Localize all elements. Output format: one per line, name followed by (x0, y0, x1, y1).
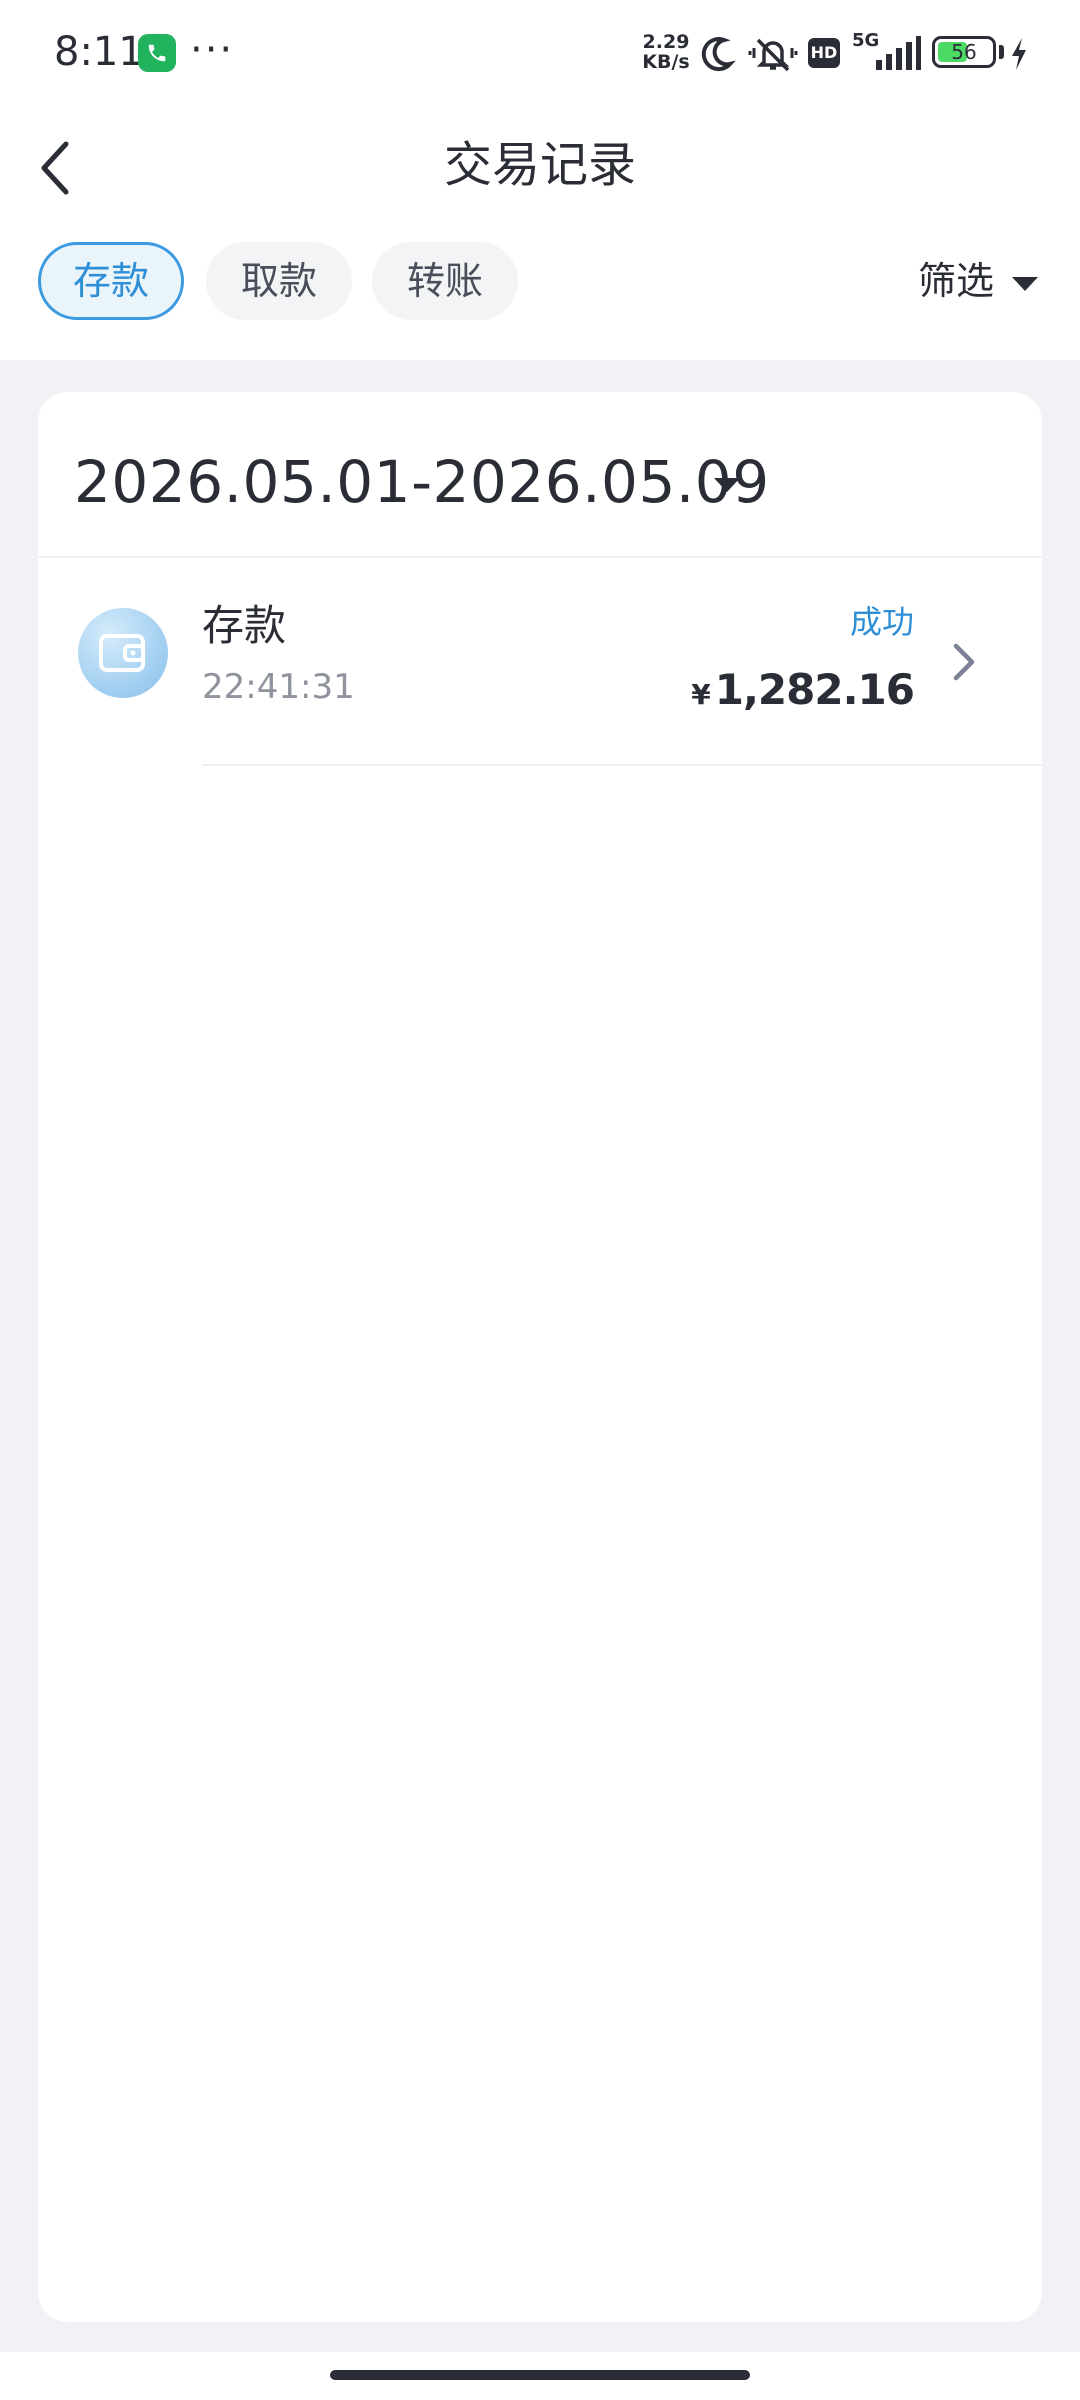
chevron-right-icon (953, 643, 975, 681)
nav-bar: 交易记录 (0, 104, 1080, 228)
divider (202, 764, 1042, 766)
net-speed-unit: KB/s (642, 51, 690, 73)
signal-icon (876, 36, 921, 70)
back-button[interactable] (30, 132, 100, 202)
filter-button[interactable]: 筛选 (918, 242, 1038, 320)
transaction-time: 22:41:31 (202, 667, 355, 707)
currency-symbol: ¥ (691, 678, 711, 711)
tab-deposit[interactable]: 存款 (38, 242, 184, 320)
net-speed: 2.29 KB/s (640, 32, 692, 72)
tab-withdraw[interactable]: 取款 (206, 242, 352, 320)
hd-badge: HD (808, 38, 840, 68)
moon-icon (701, 37, 736, 72)
battery-tip (999, 45, 1004, 59)
transaction-status: 成功 (849, 603, 914, 641)
page-title: 交易记录 (443, 137, 636, 193)
caret-down-icon[interactable] (714, 478, 740, 492)
wallet-icon (78, 608, 168, 698)
silent-bell-icon (748, 38, 798, 72)
status-bar: 8:11 ··· 2.29 KB/s HD 5G 56 (0, 0, 1080, 104)
status-time: 8:11 (54, 29, 144, 75)
caret-down-icon (1012, 276, 1038, 291)
transaction-card: 2026.05.01-2026.05.09 存款 22:41:31 成功 ¥1,… (38, 392, 1042, 2322)
transaction-row[interactable]: 存款 22:41:31 成功 ¥1,282.16 (38, 558, 1042, 768)
date-range-selector[interactable]: 2026.05.01-2026.05.09 (74, 442, 770, 522)
phone-call-icon (138, 34, 176, 72)
net-speed-value: 2.29 (642, 31, 690, 53)
chevron-left-icon (41, 141, 69, 195)
filter-label: 筛选 (917, 259, 994, 303)
tab-row: 存款 取款 转账 筛选 (0, 228, 1080, 360)
charging-bolt-icon (1012, 38, 1026, 70)
transaction-amount: ¥1,282.16 (691, 662, 915, 727)
battery-level-text: 56 (951, 40, 977, 64)
home-indicator[interactable] (330, 2370, 750, 2380)
tab-transfer[interactable]: 转账 (372, 242, 518, 320)
amount-value: 1,282.16 (714, 665, 915, 714)
more-notifications-icon: ··· (190, 27, 235, 73)
transaction-title: 存款 (202, 601, 287, 650)
